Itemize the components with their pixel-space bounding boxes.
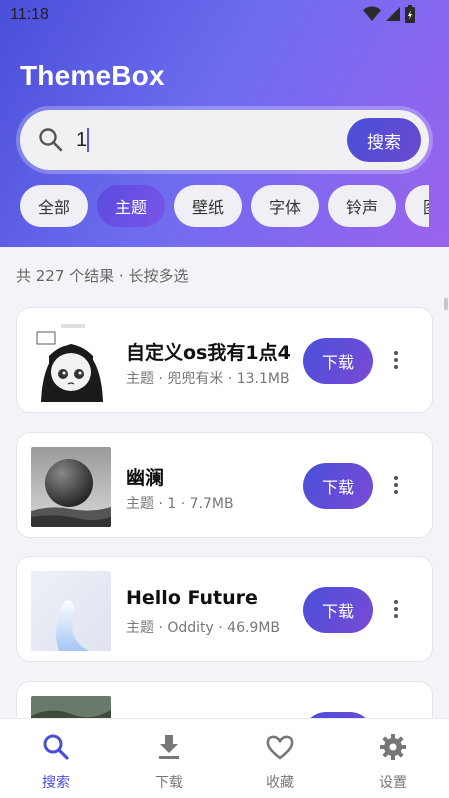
more-icon[interactable] xyxy=(389,597,403,625)
chip-more[interactable]: 图 xyxy=(405,185,429,227)
more-icon[interactable] xyxy=(389,473,403,501)
search-button[interactable]: 搜索 xyxy=(347,118,421,162)
search-icon xyxy=(43,734,69,760)
scrollbar[interactable] xyxy=(444,298,448,310)
search-icon xyxy=(39,128,63,152)
status-time: 11:18 xyxy=(10,6,49,23)
signal-icon xyxy=(386,7,400,21)
item-title: 自定义os我有1点4 xyxy=(126,342,291,364)
download-icon xyxy=(159,735,179,759)
gear-icon xyxy=(380,734,406,760)
nav-settings[interactable]: 设置 xyxy=(353,733,433,792)
chip-theme[interactable]: 主题 xyxy=(97,185,165,227)
text-cursor xyxy=(87,128,89,152)
nav-label: 设置 xyxy=(379,775,407,791)
chip-wallpaper[interactable]: 壁纸 xyxy=(174,185,242,227)
item-title: Hello Future xyxy=(126,587,258,609)
item-meta: 主题 · 兜兜有米 · 13.1MB xyxy=(126,371,290,387)
wifi-icon xyxy=(363,6,381,21)
nav-label: 搜索 xyxy=(42,775,70,791)
battery-icon xyxy=(405,5,415,23)
item-thumbnail xyxy=(31,322,111,402)
item-meta: 主题 · Oddity · 46.9MB xyxy=(126,620,281,636)
chip-all[interactable]: 全部 xyxy=(20,185,88,227)
item-thumbnail xyxy=(31,571,111,651)
search-input[interactable] xyxy=(76,124,336,156)
chip-ringtone[interactable]: 铃声 xyxy=(328,185,396,227)
list-item[interactable]: 幽澜 主题 · 1 · 7.7MB 下载 xyxy=(16,432,433,538)
status-icons xyxy=(363,5,415,23)
item-thumbnail xyxy=(31,447,111,527)
nav-label: 收藏 xyxy=(266,775,294,791)
nav-search[interactable]: 搜索 xyxy=(16,733,96,792)
download-button[interactable]: 下载 xyxy=(303,587,373,633)
list-item[interactable]: Hello Future 主题 · Oddity · 46.9MB 下载 xyxy=(16,556,433,662)
nav-label: 下载 xyxy=(155,775,183,791)
list-item[interactable]: 自定义os我有1点4 主题 · 兜兜有米 · 13.1MB 下载 xyxy=(16,307,433,413)
item-title: 幽澜 xyxy=(126,467,165,489)
chip-font[interactable]: 字体 xyxy=(251,185,319,227)
nav-download[interactable]: 下载 xyxy=(129,733,209,792)
heart-icon xyxy=(266,735,294,760)
item-meta: 主题 · 1 · 7.7MB xyxy=(126,496,234,512)
status-bar: 11:18 xyxy=(0,0,449,30)
app-title: ThemeBox xyxy=(20,60,165,91)
nav-favorites[interactable]: 收藏 xyxy=(240,733,320,792)
search-bar: 搜索 xyxy=(20,110,429,170)
category-chips: 全部 主题 壁纸 字体 铃声 图 xyxy=(20,185,429,229)
download-button[interactable]: 下载 xyxy=(303,463,373,509)
more-icon[interactable] xyxy=(389,348,403,376)
download-button[interactable]: 下载 xyxy=(303,338,373,384)
bottom-navigation: 搜索 下载 收藏 设置 xyxy=(0,718,449,798)
result-summary: 共 227 个结果 · 长按多选 xyxy=(16,267,189,285)
